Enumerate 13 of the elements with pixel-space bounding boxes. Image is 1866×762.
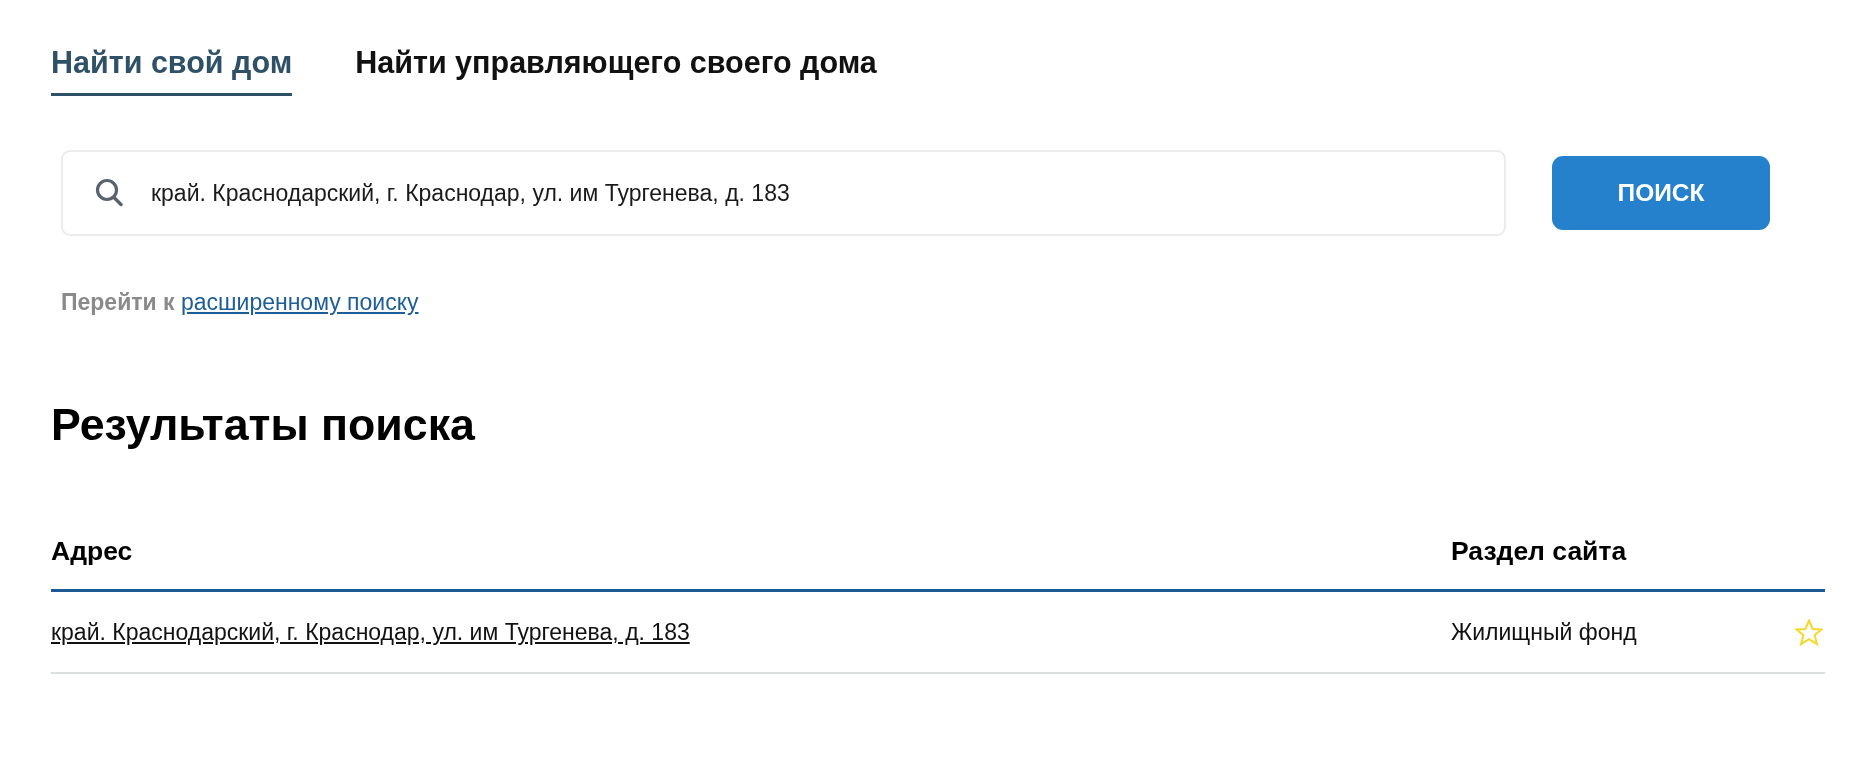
search-field[interactable]: край. Краснодарский, г. Краснодар, ул. им Тургенева, д. 183 [61,150,1506,236]
section-cell: Жилищный фонд [1451,618,1637,646]
tab[interactable]: Найти свой дом [51,44,293,96]
advanced-search-hint: Перейти к расширенному поиску [61,288,420,316]
search-icon [95,178,123,207]
advanced-search-link[interactable]: расширенному поиску [181,289,419,315]
column-header: Раздел сайта [1451,535,1627,567]
star-icon[interactable] [1795,618,1823,646]
results-heading: Результаты поиска [51,399,476,451]
tab[interactable]: Найти управляющего своего дома [355,44,877,96]
column-header: Адрес [51,535,133,567]
address-link[interactable]: край. Краснодарский, г. Краснодар, ул. им Тургенева, д. 183 [51,618,690,646]
search-button[interactable]: ПОИСК [1552,156,1770,230]
